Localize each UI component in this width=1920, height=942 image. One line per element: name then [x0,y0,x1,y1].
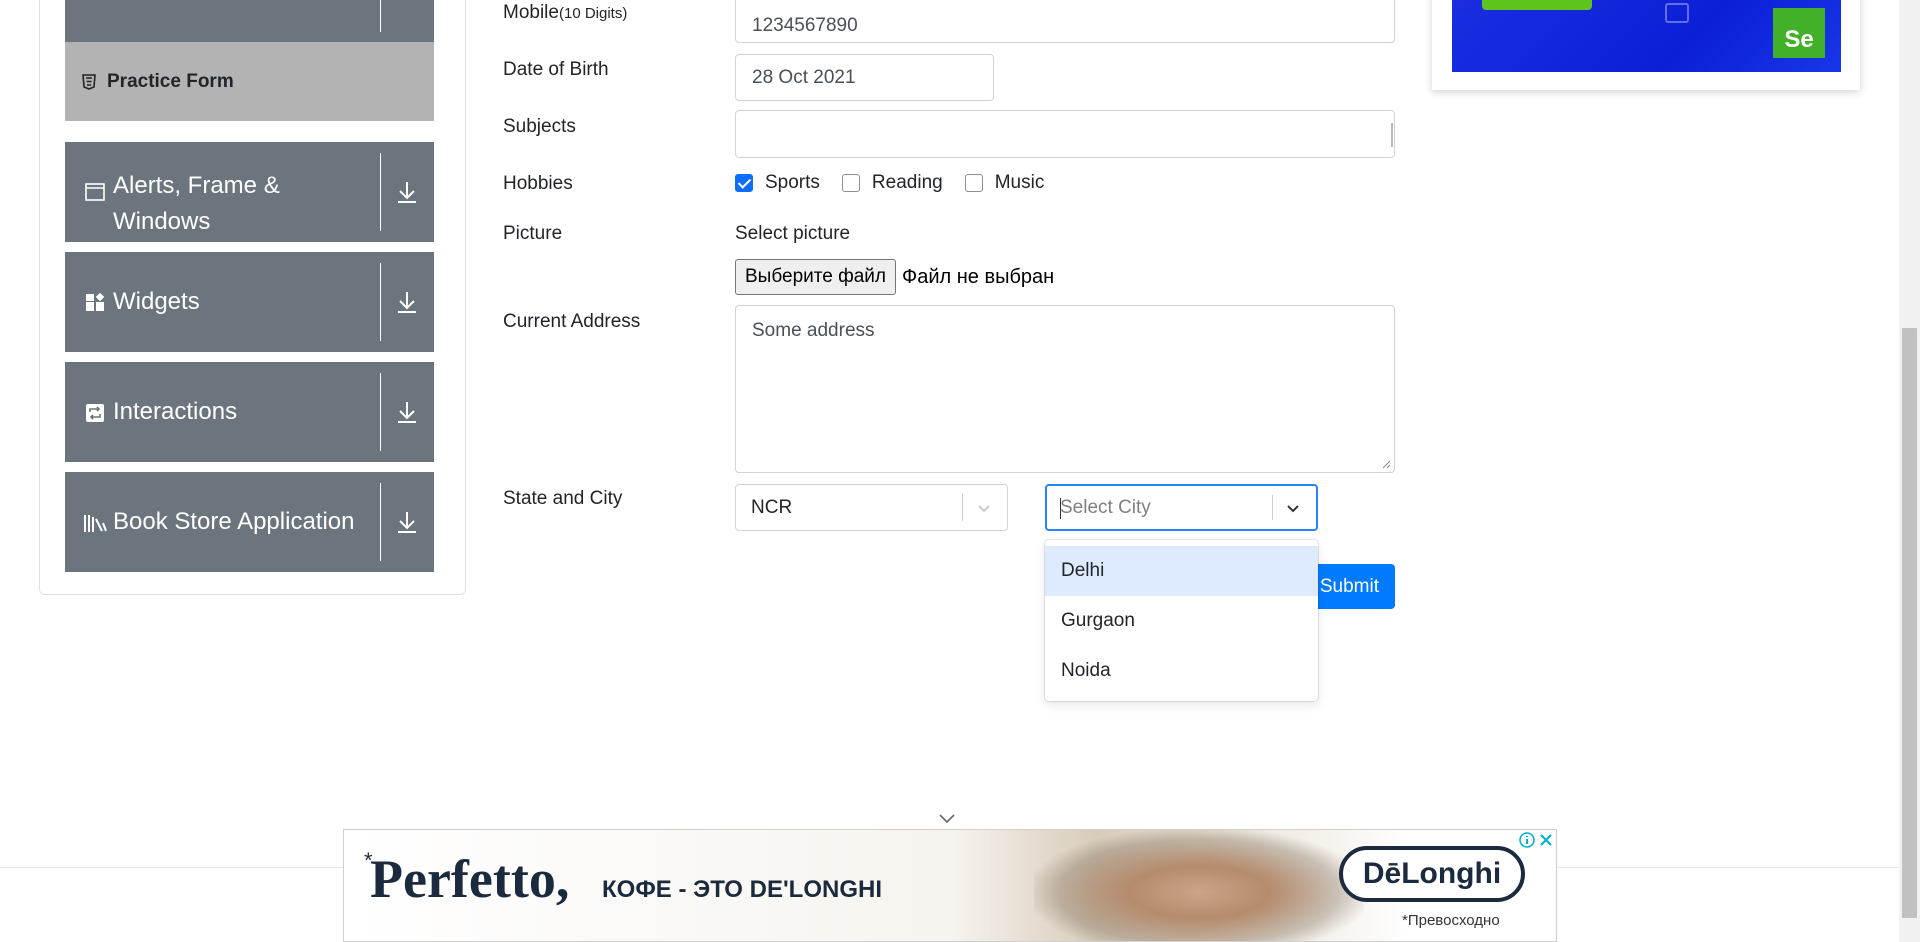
download-icon [398,292,416,313]
sidebar-ad-card[interactable]: Se [1432,0,1860,90]
subjects-input[interactable] [735,110,1395,158]
divider [380,483,381,561]
sidebar-group-book-store[interactable]: Book Store Application [65,472,434,572]
widgets-icon [86,293,105,311]
mobile-label-text: Mobile [503,2,559,23]
sidebar-group-interactions[interactable]: Interactions [65,362,434,462]
sidebar-group-label: Widgets [113,288,200,315]
download-icon [386,0,428,10]
ad-brand: Perfetto, [370,849,570,909]
sidebar-group-alerts[interactable]: Alerts, Frame & Windows [65,142,434,242]
city-option-noida[interactable]: Noida [1045,646,1318,696]
select-separator [1272,495,1273,520]
current-address-value: Some address [752,320,875,341]
hobby-reading[interactable]: Reading [841,172,943,194]
submit-button[interactable]: Submit [1305,564,1395,609]
sports-label: Sports [765,172,820,193]
state-city-label: State and City [503,488,623,509]
dob-input[interactable]: 28 Oct 2021 [735,54,994,101]
bottom-ad-banner[interactable]: * Perfetto, КОФЕ - ЭТО DE'LONGHI DēLongh… [343,829,1557,942]
html5-icon [82,74,96,90]
page-scrollbar[interactable] [1899,0,1920,942]
text-cursor [1391,123,1393,147]
current-address-label: Current Address [503,311,641,332]
text-cursor [1060,498,1061,519]
city-placeholder: Select City [1060,496,1151,518]
sidebar-group-label: Alerts, Frame & Windows [113,172,280,235]
city-select[interactable]: Select City [1045,484,1318,531]
dob-value: 28 Oct 2021 [752,66,856,88]
ad-green-button[interactable] [1482,0,1592,10]
sidebar-group-forms[interactable] [65,0,434,42]
divider [380,373,381,451]
resize-grip-icon[interactable] [1381,459,1391,469]
download-icon [398,512,416,533]
mobile-hint: (10 Digits) [558,5,628,22]
music-label: Music [994,172,1045,193]
mobile-value: 1234567890 [752,14,858,36]
divider [380,263,381,341]
city-option-delhi[interactable]: Delhi [1045,546,1318,596]
window-icon [85,183,105,201]
interactions-icon [86,404,104,422]
ad-banner[interactable]: Se [1452,0,1841,72]
music-checkbox[interactable] [964,174,983,192]
city-option-gurgaon[interactable]: Gurgaon [1045,596,1318,646]
subjects-label: Subjects [503,116,576,137]
selenium-logo-text: Se [1784,26,1814,53]
hobbies-group: Sports Reading Music [735,172,1066,194]
city-dropdown-menu: Delhi Gurgaon Noida [1045,540,1318,701]
select-picture-label: Select picture [735,223,851,244]
browser-window-icon [1665,3,1689,23]
ad-photo [1034,830,1364,941]
ad-logo: DēLonghi [1339,846,1525,902]
hobby-sports[interactable]: Sports [735,172,820,194]
picture-label: Picture [503,223,563,244]
ad-footnote: *Превосходно [1402,912,1500,929]
dob-label: Date of Birth [503,59,609,80]
hobby-music[interactable]: Music [964,172,1045,194]
sidebar-item-label: Practice Form [107,70,234,92]
ad-tagline: КОФЕ - ЭТО DE'LONGHI [602,876,882,903]
select-separator [962,494,963,521]
reading-checkbox[interactable] [841,174,860,192]
sidebar-item-practice-form[interactable]: Practice Form [65,42,434,121]
download-icon [398,182,416,203]
sidebar-group-label: Book Store Application [113,508,355,535]
books-icon [84,515,107,532]
divider [380,153,381,231]
chevron-down-icon[interactable] [974,498,994,518]
divider [380,0,381,32]
sidebar-group-label: Interactions [113,398,238,425]
mobile-label: Mobile(10 Digits) [503,2,627,24]
hobbies-label: Hobbies [503,173,573,194]
state-value: NCR [751,496,793,518]
chevron-down-icon[interactable] [1283,498,1303,518]
current-address-textarea[interactable]: Some address [735,305,1395,473]
state-select[interactable]: NCR [735,484,1008,531]
chevron-down-icon[interactable] [937,812,957,826]
info-icon[interactable] [1518,831,1536,849]
selenium-logo: Se [1773,8,1825,58]
file-status: Файл не выбран [902,266,1055,288]
download-icon [398,402,416,423]
mobile-input[interactable]: 1234567890 [735,0,1395,43]
reading-label: Reading [871,172,943,193]
choose-file-button[interactable]: Выберите файл [735,259,896,295]
close-icon[interactable] [1537,831,1555,849]
sports-checkbox[interactable] [735,174,753,192]
scrollbar-thumb[interactable] [1902,328,1917,918]
sidebar-group-widgets[interactable]: Widgets [65,252,434,352]
